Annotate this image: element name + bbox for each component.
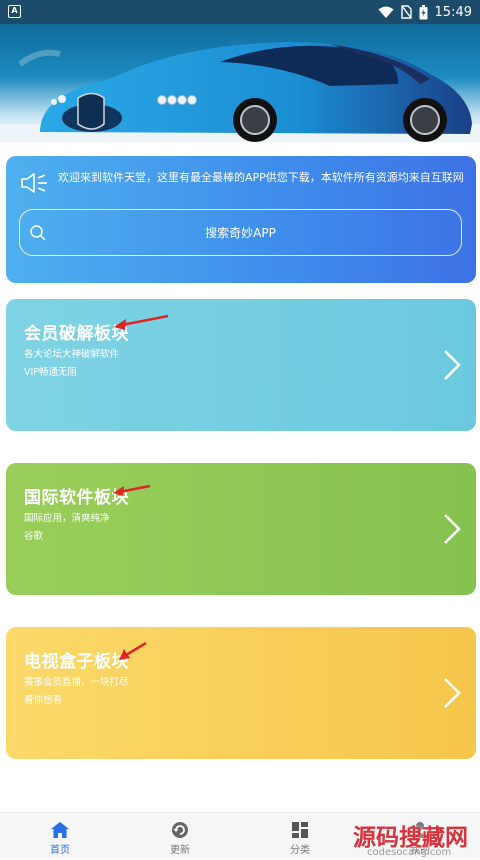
chevron-right-icon <box>444 514 461 544</box>
status-time: 15:49 <box>434 4 472 20</box>
home-icon <box>51 822 69 838</box>
module-desc-line2: 谷歌 <box>24 531 44 542</box>
module-card-vip[interactable]: 会员破解板块 各大论坛大神破解软件 VIP畅通无阻 <box>6 299 476 431</box>
tab-updates[interactable]: 更新 <box>120 813 240 860</box>
red-arrow-annotation <box>113 484 151 496</box>
module-desc-line1: 赛事会员直播，一块打尽 <box>24 677 129 688</box>
speaker-icon <box>21 173 47 193</box>
welcome-search-card: 欢迎来到软件天堂，这里有最全最棒的APP供您下载，本软件所有资源均来自互联网 搜… <box>6 156 476 283</box>
battery-icon <box>419 4 428 19</box>
refresh-icon <box>172 822 188 838</box>
watermark: 源码搜藏网 codesocang.com <box>353 818 480 859</box>
hero-banner <box>0 24 480 142</box>
chevron-right-icon <box>444 350 461 380</box>
wifi-icon <box>378 6 394 18</box>
module-desc-line1: 国际应用，清爽纯净 <box>24 513 110 524</box>
watermark-url: codesocang.com <box>367 847 452 858</box>
grid-icon <box>292 822 308 838</box>
chevron-right-icon <box>444 678 461 708</box>
status-icons: 15:49 <box>378 0 472 24</box>
module-desc-line1: 各大论坛大神破解软件 <box>24 349 120 360</box>
tab-label: 首页 <box>50 845 70 856</box>
tab-home[interactable]: 首页 <box>0 813 120 860</box>
module-card-tvbox[interactable]: 电视盒子板块 赛事会员直播，一块打尽 看你想看 <box>6 627 476 759</box>
search-input[interactable]: 搜索奇妙APP <box>19 209 462 256</box>
search-label: 搜索奇妙APP <box>205 226 276 240</box>
car-banner-image <box>0 42 480 142</box>
tab-label: 分类 <box>290 845 310 856</box>
status-bar: A 15:49 <box>0 0 480 24</box>
module-card-international[interactable]: 国际软件板块 国际应用，清爽纯净 谷歌 <box>6 463 476 595</box>
module-title: 电视盒子板块 <box>24 652 129 672</box>
tab-categories[interactable]: 分类 <box>240 813 360 860</box>
module-desc-line2: VIP畅通无阻 <box>24 367 78 378</box>
red-arrow-annotation <box>114 314 169 330</box>
module-desc-line2: 看你想看 <box>24 695 63 706</box>
tab-label: 更新 <box>170 845 190 856</box>
app-notification-icon: A <box>8 5 21 18</box>
no-sim-icon <box>400 5 412 19</box>
welcome-text: 欢迎来到软件天堂，这里有最全最棒的APP供您下载，本软件所有资源均来自互联网 <box>58 171 464 184</box>
red-arrow-annotation <box>119 641 147 660</box>
